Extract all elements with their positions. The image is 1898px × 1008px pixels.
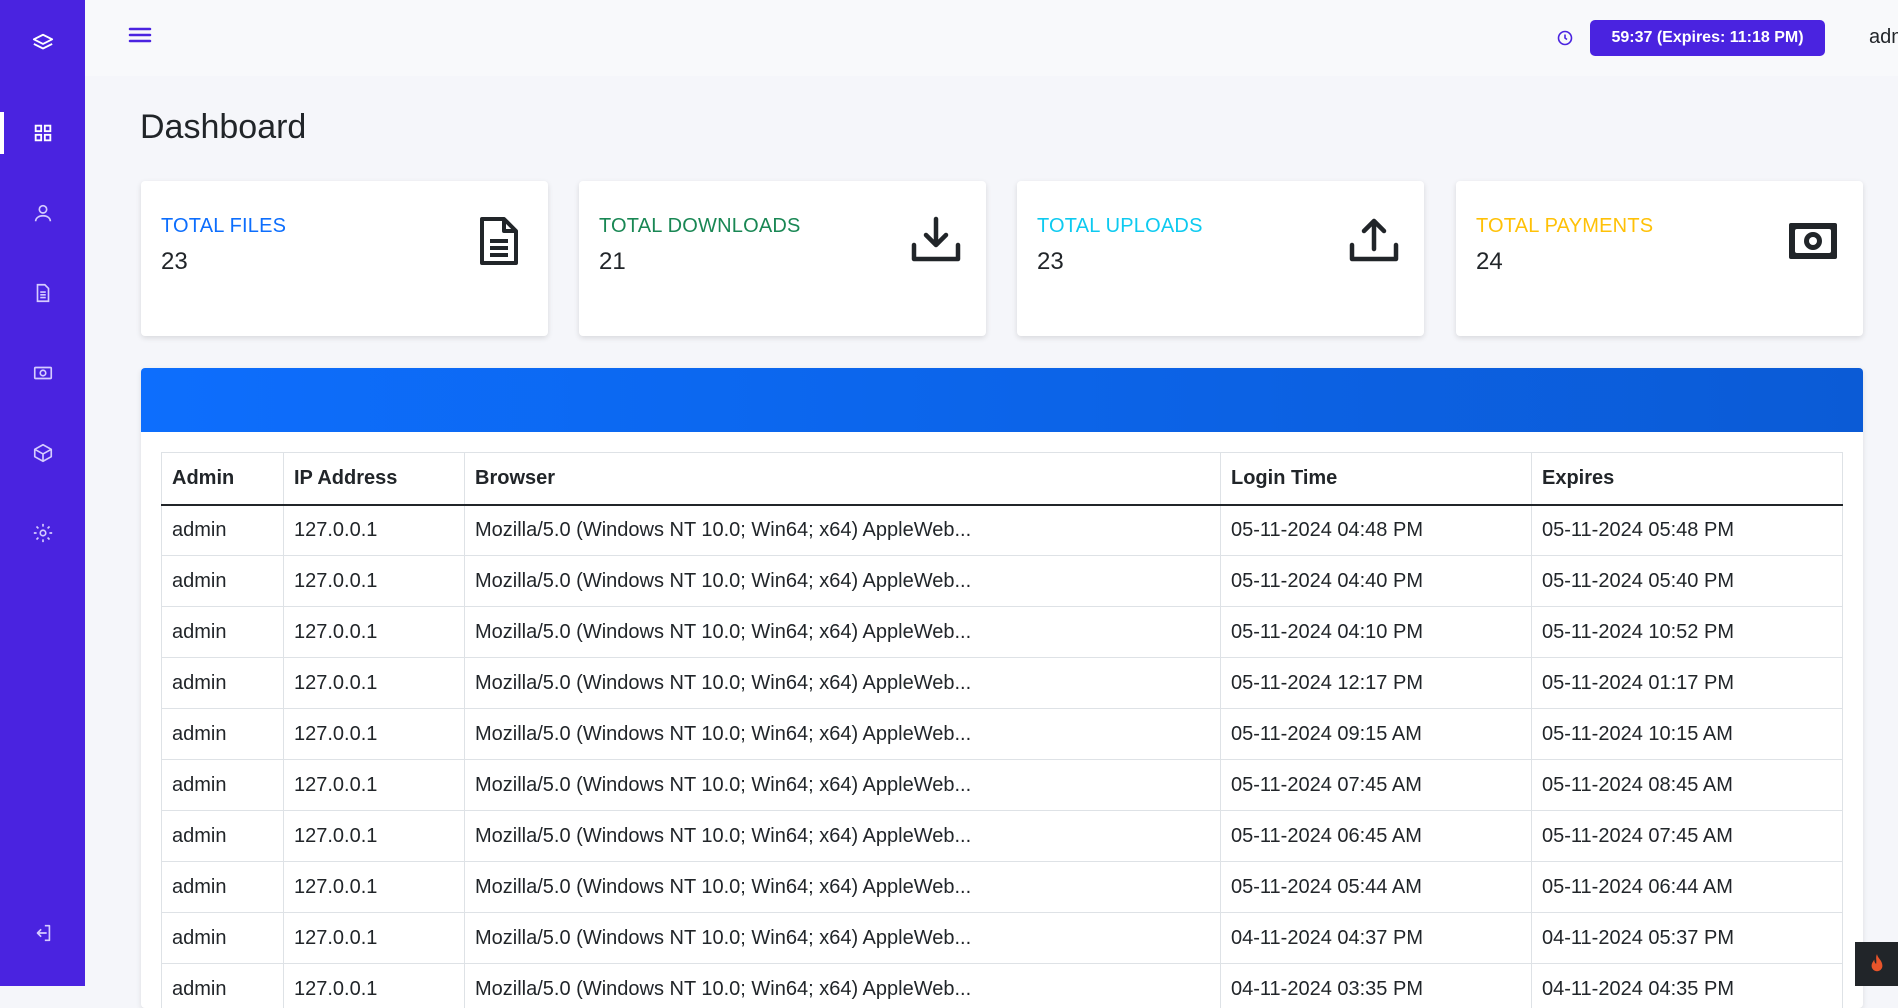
clock-icon xyxy=(1557,30,1573,46)
cell-login-time: 05-11-2024 06:45 AM xyxy=(1221,811,1532,862)
table-row: admin127.0.0.1Mozilla/5.0 (Windows NT 10… xyxy=(162,709,1843,760)
cell-login-time: 05-11-2024 12:17 PM xyxy=(1221,658,1532,709)
stat-value: 23 xyxy=(1037,248,1064,276)
login-sessions-panel: Admin IP Address Browser Login Time Expi… xyxy=(141,368,1863,1008)
cell-admin: admin xyxy=(162,607,284,658)
cell-browser: Mozilla/5.0 (Windows NT 10.0; Win64; x64… xyxy=(465,658,1221,709)
sessions-table-wrapper: Admin IP Address Browser Login Time Expi… xyxy=(161,452,1843,1008)
stat-card-uploads: TOTAL UPLOADS 23 xyxy=(1017,181,1424,336)
fire-icon[interactable] xyxy=(1855,942,1898,986)
cell-ip-address: 127.0.0.1 xyxy=(284,760,465,811)
cell-browser: Mozilla/5.0 (Windows NT 10.0; Win64; x64… xyxy=(465,760,1221,811)
stat-value: 23 xyxy=(161,248,188,276)
cell-admin: admin xyxy=(162,760,284,811)
cell-browser: Mozilla/5.0 (Windows NT 10.0; Win64; x64… xyxy=(465,862,1221,913)
sessions-table: Admin IP Address Browser Login Time Expi… xyxy=(161,452,1843,1008)
layers-icon[interactable] xyxy=(0,23,85,63)
column-header-expires: Expires xyxy=(1532,453,1843,505)
sidebar xyxy=(0,0,85,986)
cell-ip-address: 127.0.0.1 xyxy=(284,658,465,709)
cell-ip-address: 127.0.0.1 xyxy=(284,811,465,862)
cell-login-time: 04-11-2024 04:37 PM xyxy=(1221,913,1532,964)
table-row: admin127.0.0.1Mozilla/5.0 (Windows NT 10… xyxy=(162,811,1843,862)
logout-icon[interactable] xyxy=(0,913,85,953)
cell-ip-address: 127.0.0.1 xyxy=(284,913,465,964)
cell-expires: 05-11-2024 01:17 PM xyxy=(1532,658,1843,709)
cell-browser: Mozilla/5.0 (Windows NT 10.0; Win64; x64… xyxy=(465,556,1221,607)
package-icon[interactable] xyxy=(0,433,85,473)
stat-label: TOTAL FILES xyxy=(161,215,286,238)
stat-value: 24 xyxy=(1476,248,1503,276)
column-header-browser: Browser xyxy=(465,453,1221,505)
stat-label: TOTAL PAYMENTS xyxy=(1476,215,1653,238)
topbar: 59:37 (Expires: 11:18 PM) admin xyxy=(85,0,1898,76)
table-row: admin127.0.0.1Mozilla/5.0 (Windows NT 10… xyxy=(162,556,1843,607)
table-row: admin127.0.0.1Mozilla/5.0 (Windows NT 10… xyxy=(162,607,1843,658)
cell-expires: 05-11-2024 05:48 PM xyxy=(1532,505,1843,556)
cell-login-time: 05-11-2024 05:44 AM xyxy=(1221,862,1532,913)
table-body: admin127.0.0.1Mozilla/5.0 (Windows NT 10… xyxy=(162,505,1843,1008)
cell-ip-address: 127.0.0.1 xyxy=(284,607,465,658)
cell-login-time: 05-11-2024 04:48 PM xyxy=(1221,505,1532,556)
menu-toggle-icon[interactable] xyxy=(127,24,153,46)
table-header-row: Admin IP Address Browser Login Time Expi… xyxy=(162,453,1843,505)
cell-login-time: 05-11-2024 07:45 AM xyxy=(1221,760,1532,811)
stat-label: TOTAL UPLOADS xyxy=(1037,215,1203,238)
cell-ip-address: 127.0.0.1 xyxy=(284,505,465,556)
cell-browser: Mozilla/5.0 (Windows NT 10.0; Win64; x64… xyxy=(465,811,1221,862)
cell-browser: Mozilla/5.0 (Windows NT 10.0; Win64; x64… xyxy=(465,607,1221,658)
cell-admin: admin xyxy=(162,913,284,964)
cell-expires: 05-11-2024 06:44 AM xyxy=(1532,862,1843,913)
table-row: admin127.0.0.1Mozilla/5.0 (Windows NT 10… xyxy=(162,913,1843,964)
stat-value: 21 xyxy=(599,248,626,276)
stat-label: TOTAL DOWNLOADS xyxy=(599,215,801,238)
cell-expires: 05-11-2024 10:52 PM xyxy=(1532,607,1843,658)
cell-ip-address: 127.0.0.1 xyxy=(284,709,465,760)
user-menu[interactable]: admin xyxy=(1869,26,1898,49)
session-timer-badge: 59:37 (Expires: 11:18 PM) xyxy=(1590,20,1825,56)
cell-admin: admin xyxy=(162,811,284,862)
upload-icon xyxy=(1348,215,1400,267)
gear-icon[interactable] xyxy=(0,513,85,553)
cell-expires: 05-11-2024 05:40 PM xyxy=(1532,556,1843,607)
cell-admin: admin xyxy=(162,556,284,607)
cell-login-time: 05-11-2024 04:40 PM xyxy=(1221,556,1532,607)
cell-browser: Mozilla/5.0 (Windows NT 10.0; Win64; x64… xyxy=(465,709,1221,760)
cell-admin: admin xyxy=(162,505,284,556)
user-icon[interactable] xyxy=(0,193,85,233)
column-header-ip-address: IP Address xyxy=(284,453,465,505)
page-title: Dashboard xyxy=(140,108,306,147)
cell-admin: admin xyxy=(162,658,284,709)
panel-header xyxy=(141,368,1863,432)
cell-ip-address: 127.0.0.1 xyxy=(284,556,465,607)
cell-admin: admin xyxy=(162,862,284,913)
file-icon xyxy=(472,215,524,267)
cell-expires: 05-11-2024 07:45 AM xyxy=(1532,811,1843,862)
download-icon xyxy=(910,215,962,267)
table-row: admin127.0.0.1Mozilla/5.0 (Windows NT 10… xyxy=(162,760,1843,811)
cell-expires: 05-11-2024 08:45 AM xyxy=(1532,760,1843,811)
money-icon[interactable] xyxy=(0,353,85,393)
document-icon[interactable] xyxy=(0,273,85,313)
grid-icon[interactable] xyxy=(0,113,85,153)
cell-browser: Mozilla/5.0 (Windows NT 10.0; Win64; x64… xyxy=(465,505,1221,556)
cell-admin: admin xyxy=(162,709,284,760)
cell-login-time: 05-11-2024 04:10 PM xyxy=(1221,607,1532,658)
cell-expires: 05-11-2024 10:15 AM xyxy=(1532,709,1843,760)
column-header-admin: Admin xyxy=(162,453,284,505)
stat-card-files: TOTAL FILES 23 xyxy=(141,181,548,336)
cell-ip-address: 127.0.0.1 xyxy=(284,862,465,913)
table-row: admin127.0.0.1Mozilla/5.0 (Windows NT 10… xyxy=(162,862,1843,913)
table-row: admin127.0.0.1Mozilla/5.0 (Windows NT 10… xyxy=(162,505,1843,556)
money-icon xyxy=(1787,215,1839,267)
stat-card-payments: TOTAL PAYMENTS 24 xyxy=(1456,181,1863,336)
cell-login-time: 05-11-2024 09:15 AM xyxy=(1221,709,1532,760)
stat-card-downloads: TOTAL DOWNLOADS 21 xyxy=(579,181,986,336)
column-header-login-time: Login Time xyxy=(1221,453,1532,505)
table-row: admin127.0.0.1Mozilla/5.0 (Windows NT 10… xyxy=(162,658,1843,709)
cell-browser: Mozilla/5.0 (Windows NT 10.0; Win64; x64… xyxy=(465,913,1221,964)
cell-expires: 04-11-2024 05:37 PM xyxy=(1532,913,1843,964)
